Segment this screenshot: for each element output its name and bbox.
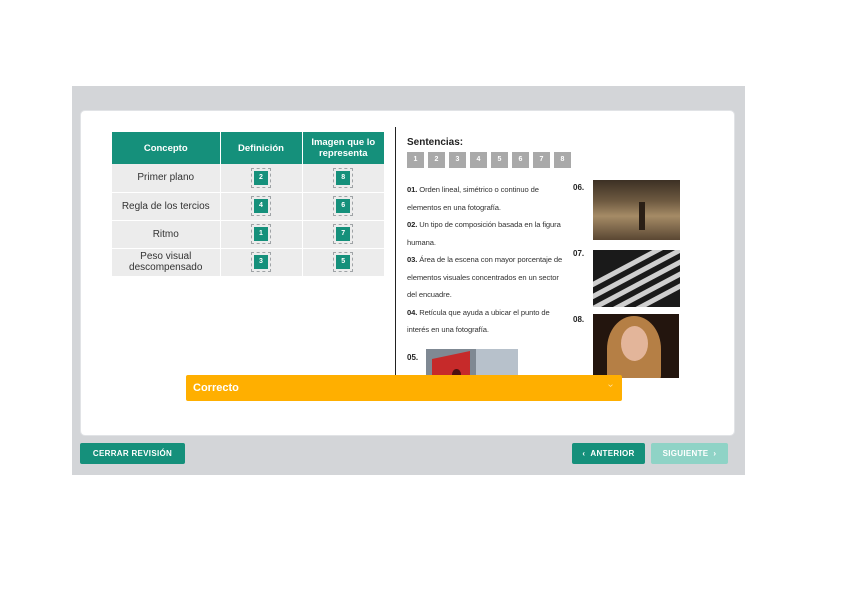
feedback-text: Correcto <box>193 382 239 394</box>
answer-token[interactable]: 4 <box>254 199 268 213</box>
photo-pattern-rhythm <box>593 250 680 307</box>
sentence-text: Un tipo de composición basada en la figu… <box>407 220 561 247</box>
drop-zone[interactable]: 7 <box>333 224 354 244</box>
face-shape <box>621 326 648 361</box>
number-tile[interactable]: 2 <box>428 152 445 168</box>
feedback-bar[interactable]: Correcto › <box>186 375 622 401</box>
sentences-title: Sentencias: <box>407 137 464 148</box>
number-tile[interactable]: 1 <box>407 152 424 168</box>
number-tile[interactable]: 4 <box>470 152 487 168</box>
definition-cell: 4 <box>220 192 303 221</box>
definition-cell: 1 <box>220 220 303 249</box>
photo-portrait <box>593 314 679 378</box>
post-shape <box>639 202 645 230</box>
sentence-number: 02. <box>407 220 418 229</box>
definition-cell: 2 <box>220 164 303 193</box>
image-label-07: 07. <box>573 249 585 258</box>
image-cell: 8 <box>302 164 384 193</box>
concept-table: Concepto Definición Imagen que lo repres… <box>112 132 384 277</box>
answer-token[interactable]: 7 <box>336 227 351 241</box>
concept-cell: Regla de los tercios <box>112 192 221 221</box>
answer-token[interactable]: 1 <box>254 227 268 241</box>
previous-button[interactable]: ‹ ANTERIOR <box>572 443 645 464</box>
definition-cell: 3 <box>220 248 303 277</box>
number-tile[interactable]: 3 <box>449 152 466 168</box>
sentence-number: 03. <box>407 255 418 264</box>
sentence-number: 04. <box>407 307 418 317</box>
answer-token[interactable]: 6 <box>336 199 351 213</box>
drop-zone[interactable]: 4 <box>251 196 271 216</box>
header-definition: Definición <box>220 132 303 164</box>
image-cell: 7 <box>302 220 384 249</box>
review-panel: Concepto Definición Imagen que lo repres… <box>72 86 745 475</box>
sentence-list: 01. Orden lineal, simétrico o continuo d… <box>407 181 567 339</box>
sentence-item: 03. Área de la escena con mayor porcenta… <box>407 251 567 304</box>
sentence-text: Orden lineal, simétrico o continuo de el… <box>407 185 539 212</box>
number-tile[interactable]: 6 <box>512 152 529 168</box>
concept-cell: Peso visual descompensado <box>112 248 221 277</box>
drop-zone[interactable]: 3 <box>251 252 271 272</box>
header-concept: Concepto <box>112 132 221 164</box>
sentence-item: 02. Un tipo de composición basada en la … <box>407 216 567 251</box>
sentence-number: 01. <box>407 185 418 194</box>
number-tiles: 1 2 3 4 5 6 7 8 <box>407 152 571 168</box>
drop-zone[interactable]: 5 <box>333 252 354 272</box>
answer-token[interactable]: 2 <box>254 170 268 185</box>
image-cell: 5 <box>302 248 384 277</box>
previous-label: ANTERIOR <box>590 449 635 458</box>
photo-post-field <box>593 180 680 240</box>
drop-zone[interactable]: 2 <box>251 167 271 188</box>
sentence-text: Retícula que ayuda a ubicar el punto de … <box>407 307 550 335</box>
sentence-text: Área de la escena con mayor porcentaje d… <box>407 255 563 299</box>
table-row: Regla de los tercios 4 6 <box>112 192 384 221</box>
drop-zone[interactable]: 6 <box>333 196 354 216</box>
number-tile[interactable]: 5 <box>491 152 508 168</box>
image-label-08: 08. <box>573 315 585 324</box>
concept-cell: Primer plano <box>112 164 221 193</box>
close-review-label: CERRAR REVISIÓN <box>92 449 173 458</box>
next-button[interactable]: SIGUIENTE › <box>651 443 728 464</box>
table-row: Peso visual descompensado 3 5 <box>112 248 384 277</box>
image-label-05: 05. <box>407 353 419 362</box>
answer-token[interactable]: 8 <box>336 170 351 185</box>
table-row: Primer plano 2 8 <box>112 164 384 193</box>
chevron-left-icon: ‹ <box>582 449 586 458</box>
next-label: SIGUIENTE <box>662 449 709 458</box>
answer-token[interactable]: 5 <box>336 255 351 269</box>
header-image: Imagen que lo representa <box>302 132 384 164</box>
answer-token[interactable]: 3 <box>254 255 268 269</box>
concept-cell: Ritmo <box>112 220 221 249</box>
number-tile[interactable]: 8 <box>554 152 571 168</box>
image-cell: 6 <box>302 192 384 221</box>
chevron-right-icon: › <box>713 449 717 458</box>
sentence-item: 01. Orden lineal, simétrico o continuo d… <box>407 181 567 216</box>
chevron-down-icon[interactable]: › <box>605 384 616 387</box>
image-label-06: 06. <box>573 183 585 192</box>
column-divider <box>395 127 396 395</box>
number-tile[interactable]: 7 <box>533 152 550 168</box>
close-review-button[interactable]: CERRAR REVISIÓN <box>80 443 185 464</box>
sentence-item: 04. Retícula que ayuda a ubicar el punto… <box>407 304 567 339</box>
drop-zone[interactable]: 1 <box>251 224 271 244</box>
drop-zone[interactable]: 8 <box>333 167 354 188</box>
table-row: Ritmo 1 7 <box>112 220 384 249</box>
